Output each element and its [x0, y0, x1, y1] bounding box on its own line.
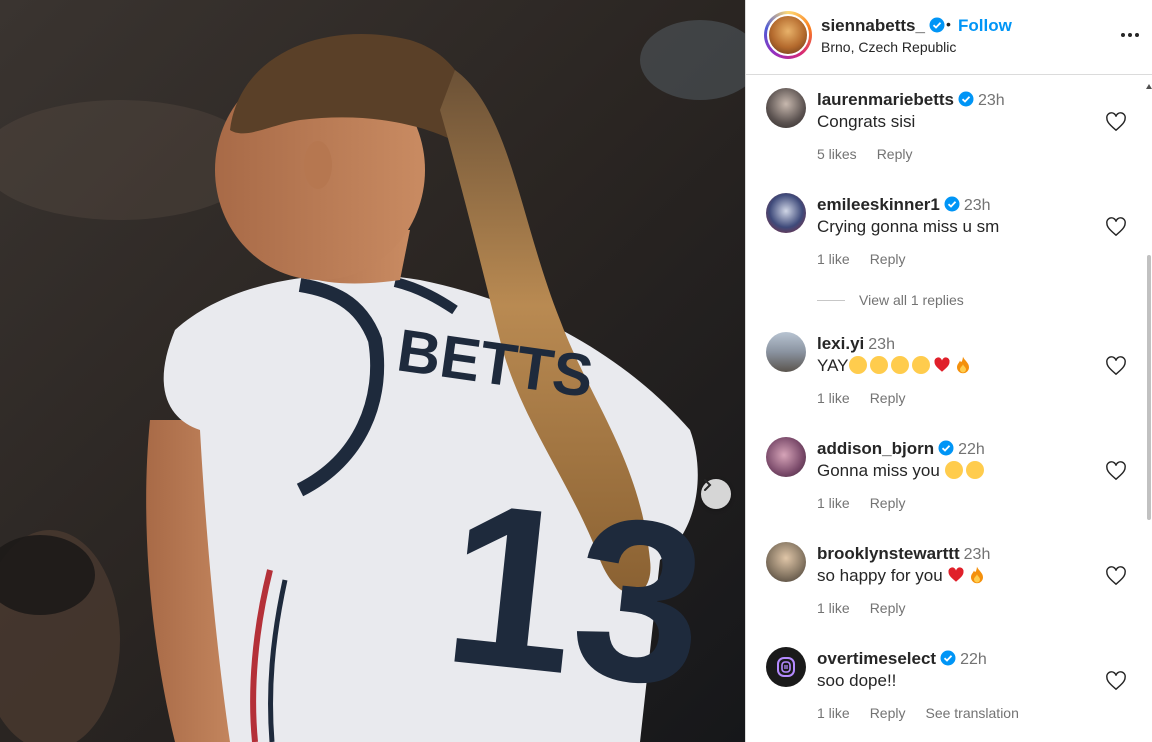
photo-illustration: BETTS 13 [0, 0, 745, 742]
reply-button[interactable]: Reply [870, 600, 906, 616]
comment-time[interactable]: 22h [958, 441, 985, 458]
comment-text: soo dope!! [817, 671, 897, 690]
comment-time[interactable]: 23h [978, 92, 1005, 109]
sad-icon [944, 461, 963, 479]
commenter-avatar[interactable] [766, 88, 806, 128]
smile-icon [890, 356, 909, 374]
comment-text-value: so happy for you [817, 566, 943, 585]
commenter-avatar[interactable] [766, 193, 806, 233]
author-username-text[interactable]: siennabetts_ [821, 16, 925, 35]
commenter-avatar[interactable] [766, 542, 806, 582]
post-header: siennabetts_ • Follow Brno, Czech Republ… [746, 0, 1152, 75]
comments-panel: siennabetts_ • Follow Brno, Czech Republ… [745, 0, 1152, 742]
commenter-username[interactable]: lexi.yi [817, 334, 864, 353]
like-heart-icon[interactable] [1105, 356, 1127, 376]
commenter-username[interactable]: addison_bjorn [817, 439, 934, 458]
comment-meta: 5 likes Reply [817, 146, 932, 162]
comment-header: brooklynstewarttt 23h [817, 544, 990, 564]
verified-badge-icon [940, 650, 956, 666]
comment-time[interactable]: 23h [964, 546, 991, 563]
likes-count[interactable]: 1 like [817, 600, 850, 616]
overtime-logo-icon [777, 657, 795, 677]
heart-icon [948, 567, 965, 582]
comment-item: addison_bjorn 22h Gonna miss you 1 like Re… [746, 437, 1152, 527]
fire-icon [971, 566, 984, 584]
view-replies-link[interactable]: View all 1 replies [817, 292, 964, 308]
sad-icon [965, 461, 984, 479]
reply-button[interactable]: Reply [877, 146, 913, 162]
fire-icon [956, 356, 969, 374]
comment-item: emileeskinner1 23h Crying gonna miss u sm… [746, 193, 1152, 283]
post-photo: BETTS 13 [0, 0, 745, 742]
comment-text-value: Gonna miss you [817, 461, 940, 480]
reply-button[interactable]: Reply [870, 390, 906, 406]
comment-item: lexi.yi 23h YAY 1 like Reply [746, 332, 1152, 422]
heart-icon [933, 357, 950, 372]
commenter-username[interactable]: laurenmariebetts [817, 90, 954, 109]
author-username[interactable]: siennabetts_ [821, 16, 945, 36]
comment-time[interactable]: 22h [960, 651, 987, 668]
comment-text: YAY [817, 356, 975, 376]
comment-header: laurenmariebetts 23h [817, 90, 1005, 110]
comment-meta: 1 like Reply See translation [817, 705, 1019, 721]
commenter-username[interactable]: overtimeselect [817, 649, 936, 668]
see-translation-button[interactable]: See translation [925, 705, 1018, 721]
post-location[interactable]: Brno, Czech Republic [821, 39, 956, 55]
comment-header: addison_bjorn 22h [817, 439, 985, 459]
commenter-username[interactable]: brooklynstewarttt [817, 544, 960, 563]
jersey-number: 13 [435, 453, 716, 735]
chevron-right-icon [704, 479, 712, 491]
like-heart-icon[interactable] [1105, 112, 1127, 132]
more-options-icon[interactable] [1118, 25, 1142, 45]
comment-header: overtimeselect 22h [817, 649, 987, 669]
likes-count[interactable]: 1 like [817, 705, 850, 721]
comment-text-value: YAY [817, 356, 849, 375]
verified-badge-icon [938, 440, 954, 456]
comment-text: Crying gonna miss u sm [817, 217, 1000, 236]
likes-count[interactable]: 1 like [817, 251, 850, 267]
reply-button[interactable]: Reply [870, 495, 906, 511]
smile-icon [911, 356, 930, 374]
verified-badge-icon [944, 196, 960, 212]
comment-header: emileeskinner1 23h [817, 195, 991, 215]
reply-button[interactable]: Reply [870, 251, 906, 267]
next-image-button[interactable] [701, 479, 731, 509]
like-heart-icon[interactable] [1105, 461, 1127, 481]
commenter-username[interactable]: emileeskinner1 [817, 195, 940, 214]
commenter-avatar[interactable] [766, 437, 806, 477]
reply-button[interactable]: Reply [870, 705, 906, 721]
comment-text: so happy for you [817, 566, 989, 586]
like-heart-icon[interactable] [1105, 566, 1127, 586]
comment-meta: 1 like Reply [817, 495, 925, 511]
verified-badge-icon [929, 17, 945, 33]
like-heart-icon[interactable] [1105, 217, 1127, 237]
replies-divider-line [817, 299, 845, 301]
author-avatar[interactable] [764, 11, 812, 59]
smile-icon [848, 356, 867, 374]
view-replies-text[interactable]: View all 1 replies [859, 292, 964, 308]
likes-count[interactable]: 5 likes [817, 146, 857, 162]
like-heart-icon[interactable] [1105, 671, 1127, 691]
commenter-avatar[interactable] [766, 332, 806, 372]
commenter-avatar[interactable] [766, 647, 806, 687]
separator-dot: • [946, 16, 951, 32]
follow-button[interactable]: Follow [958, 16, 1012, 36]
comment-meta: 1 like Reply [817, 251, 925, 267]
comment-item: overtimeselect 22h soo dope!! 1 like Reply… [746, 647, 1152, 737]
smile-icon [869, 356, 888, 374]
comment-time[interactable]: 23h [868, 336, 895, 353]
comment-item: laurenmariebetts 23h Congrats sisi 5 like… [746, 88, 1152, 178]
comment-meta: 1 like Reply [817, 390, 925, 406]
likes-count[interactable]: 1 like [817, 390, 850, 406]
comment-text: Gonna miss you [817, 461, 987, 481]
comment-time[interactable]: 23h [964, 197, 991, 214]
comment-meta: 1 like Reply [817, 600, 925, 616]
comment-text: Congrats sisi [817, 112, 916, 131]
verified-badge-icon [958, 91, 974, 107]
comment-header: lexi.yi 23h [817, 334, 895, 354]
comment-item: brooklynstewarttt 23h so happy for you 1 … [746, 542, 1152, 632]
likes-count[interactable]: 1 like [817, 495, 850, 511]
